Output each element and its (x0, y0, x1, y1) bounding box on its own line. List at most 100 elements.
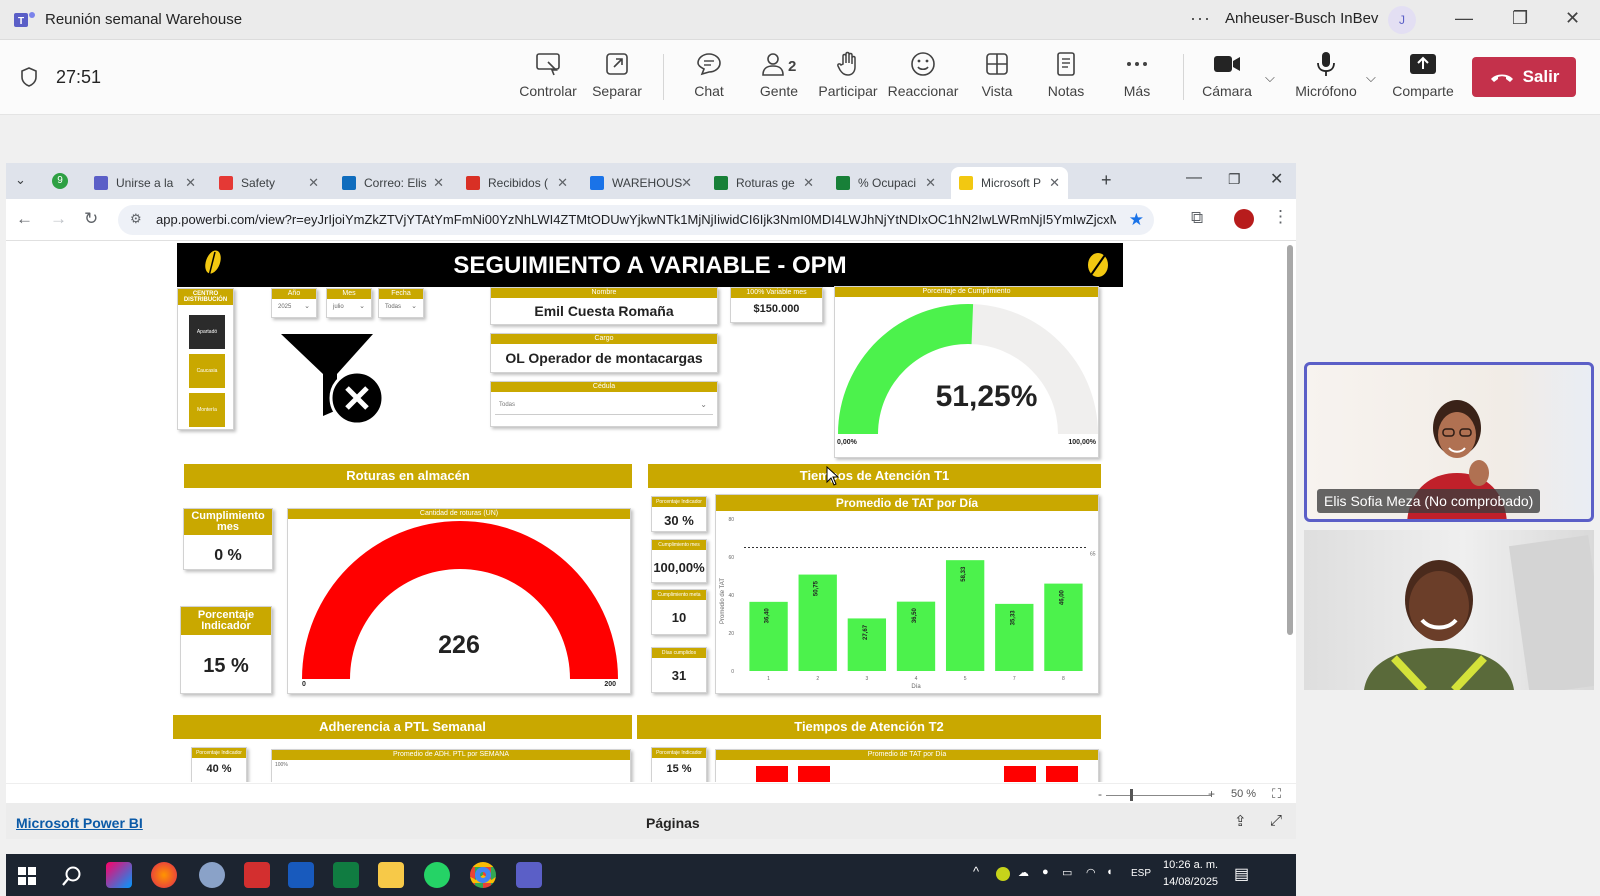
clear-filters-icon[interactable] (281, 334, 386, 426)
zoom-slider-handle[interactable] (1130, 789, 1133, 801)
app-icon[interactable] (199, 862, 225, 888)
mes-slicer[interactable]: Mes julio ⌄ (326, 288, 372, 318)
tray-mic-icon[interactable]: ● (1042, 866, 1049, 878)
leave-button[interactable]: Salir (1472, 57, 1576, 97)
tab-close-icon[interactable]: ✕ (308, 175, 319, 191)
react-button[interactable]: Reaccionar (884, 50, 962, 110)
more-options-icon[interactable]: ··· (1190, 8, 1211, 29)
firefox-icon[interactable] (151, 862, 177, 888)
tab-group-icon[interactable]: 9 (52, 173, 68, 189)
control-button[interactable]: Controlar (509, 50, 587, 110)
centro-option-caucasia[interactable]: Caucasia (189, 354, 225, 388)
notifications-icon[interactable]: ▤ (1234, 864, 1249, 884)
anio-slicer[interactable]: Año 2025 ⌄ (271, 288, 317, 318)
fecha-slicer[interactable]: Fecha Todas ⌄ (378, 288, 424, 318)
tab-close-icon[interactable]: ✕ (803, 175, 814, 191)
word-icon[interactable] (288, 862, 314, 888)
excel-icon[interactable] (333, 862, 359, 888)
camera-button[interactable]: Cámara (1188, 50, 1266, 110)
battery-icon[interactable]: ▭ (1062, 866, 1072, 879)
browser-tab-label: WAREHOUS (612, 176, 683, 190)
browser-tab[interactable]: Recibidos (✕ (458, 167, 576, 199)
bookmark-star-icon[interactable]: ★ (1129, 210, 1144, 230)
tab-search-chevron-icon[interactable]: ⌄ (15, 172, 26, 188)
zoom-out-icon[interactable]: - (1098, 787, 1102, 801)
whatsapp-icon[interactable] (424, 862, 450, 888)
browser-restore-icon[interactable]: ❐ (1228, 171, 1241, 188)
page-scrollbar[interactable] (1287, 245, 1293, 635)
cedula-slicer[interactable]: Cédula Todas ⌄ (490, 381, 718, 427)
browser-close-icon[interactable]: ✕ (1270, 169, 1283, 189)
raise-hand-button[interactable]: Participar (809, 50, 887, 110)
forward-icon[interactable]: → (50, 209, 67, 229)
tab-close-icon[interactable]: ✕ (185, 175, 196, 191)
tray-app-icon[interactable] (996, 867, 1010, 881)
tab-close-icon[interactable]: ✕ (925, 175, 936, 191)
tray-chevron-icon[interactable]: ^ (973, 864, 979, 879)
browser-tab[interactable]: Correo: Elis ✕ (334, 167, 452, 199)
volume-icon[interactable]: ◖ (1106, 866, 1113, 878)
site-settings-icon[interactable]: ⚙ (130, 211, 142, 227)
share-icon (1410, 54, 1436, 74)
mic-options-chevron-icon[interactable]: ⌵ (1366, 70, 1376, 86)
taskbar-date[interactable]: 14/08/2025 (1163, 876, 1218, 888)
wifi-icon[interactable]: ◠ (1086, 866, 1096, 879)
copilot-icon[interactable] (106, 862, 132, 888)
people-button[interactable]: 2 Gente (740, 50, 818, 110)
language-indicator[interactable]: ESP (1131, 868, 1151, 879)
profile-avatar[interactable] (1234, 209, 1254, 229)
fullscreen-icon[interactable]: ⤢ (1270, 812, 1282, 829)
chrome-icon[interactable] (470, 862, 496, 888)
windows-start-icon[interactable] (18, 867, 36, 885)
chat-button[interactable]: Chat (670, 50, 748, 110)
back-icon[interactable]: ← (16, 209, 33, 229)
powerbi-link[interactable]: Microsoft Power BI (16, 815, 143, 831)
browser-tab[interactable]: Unirse a la ✕ (86, 167, 204, 199)
nombre-card: Nombre Emil Cuesta Romaña (490, 287, 718, 325)
share-button[interactable]: Comparte (1384, 50, 1462, 110)
microphone-button[interactable]: Micrófono (1287, 50, 1365, 110)
wps-icon[interactable] (244, 862, 270, 888)
file-explorer-icon[interactable] (378, 862, 404, 888)
more-button[interactable]: Más (1098, 50, 1176, 110)
organization-name[interactable]: Anheuser-Busch InBev (1225, 10, 1378, 27)
browser-tab[interactable]: WAREHOUS ✕ (582, 167, 700, 199)
centro-distribucion-slicer[interactable]: CENTRO DISTRIBUCIÓN Apartadó Caucasia Mo… (177, 288, 234, 430)
minimize-icon[interactable]: — (1455, 8, 1473, 29)
search-icon[interactable] (61, 865, 83, 887)
camera-options-chevron-icon[interactable]: ⌵ (1265, 70, 1275, 86)
url-field[interactable]: ⚙ app.powerbi.com/view?r=eyJrIjoiYmZkZTV… (118, 205, 1154, 235)
zoom-slider[interactable] (1106, 795, 1211, 796)
browser-tab[interactable]: Safety ✕ (211, 167, 327, 199)
browser-menu-icon[interactable]: ⋮ (1272, 207, 1289, 227)
reload-icon[interactable]: ↻ (84, 209, 98, 229)
zoom-in-icon[interactable]: + (1208, 787, 1215, 801)
close-icon[interactable]: ✕ (1565, 8, 1580, 29)
pages-button[interactable]: Páginas (646, 815, 700, 831)
maximize-icon[interactable]: ❐ (1512, 8, 1528, 29)
t1-cumplimiento-card: Cumplimiento mes 100,00% (651, 539, 707, 583)
tab-close-icon[interactable]: ✕ (1049, 175, 1060, 191)
user-avatar[interactable]: J (1388, 6, 1416, 34)
fit-page-icon[interactable]: ⛶ (1272, 786, 1281, 802)
tab-close-icon[interactable]: ✕ (557, 175, 568, 191)
browser-tab[interactable]: % Ocupaci ✕ (828, 167, 944, 199)
participant-video-tile[interactable]: Elis Sofia Meza (No comprobado) (1304, 362, 1594, 522)
tab-close-icon[interactable]: ✕ (433, 175, 444, 191)
centro-option-apartado[interactable]: Apartadó (189, 315, 225, 349)
popout-button[interactable]: Separar (578, 50, 656, 110)
notes-button[interactable]: Notas (1027, 50, 1105, 110)
cloud-icon[interactable]: ☁ (1018, 866, 1029, 879)
share-report-icon[interactable]: ⇪ (1234, 812, 1247, 830)
extensions-icon[interactable]: ⧉ (1191, 208, 1203, 228)
browser-tab[interactable]: Roturas ge ✕ (706, 167, 822, 199)
browser-tab[interactable]: Microsoft P ✕ (951, 167, 1068, 199)
teams-taskbar-icon[interactable] (516, 862, 542, 888)
browser-minimize-icon[interactable]: — (1186, 169, 1202, 187)
tab-close-icon[interactable]: ✕ (681, 175, 692, 191)
taskbar-time[interactable]: 10:26 a. m. (1163, 859, 1218, 871)
self-video-tile[interactable] (1304, 530, 1594, 690)
view-button[interactable]: Vista (958, 50, 1036, 110)
centro-option-monteria[interactable]: Montería (189, 393, 225, 427)
new-tab-icon[interactable]: + (1101, 170, 1112, 191)
